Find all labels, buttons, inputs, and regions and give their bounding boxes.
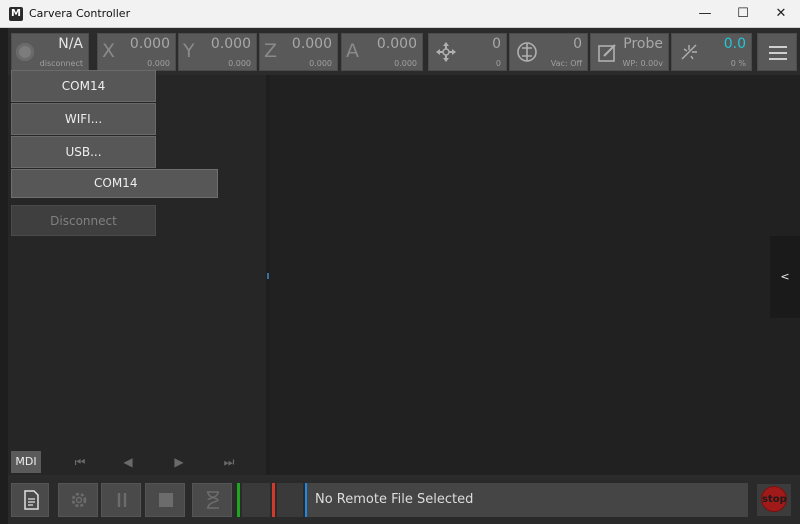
a-axis-sub-value: 0.000 bbox=[394, 59, 417, 68]
maximize-button[interactable]: ☐ bbox=[724, 0, 762, 28]
laser-percent: 0 % bbox=[730, 59, 746, 68]
y-axis-readout[interactable]: Y 0.000 0.000 bbox=[178, 33, 257, 71]
y-axis-sub-value: 0.000 bbox=[228, 59, 251, 68]
viewer-panel bbox=[270, 75, 800, 475]
submenu-item-com14[interactable]: COM14 bbox=[11, 169, 218, 198]
spindle-icon bbox=[517, 42, 537, 62]
close-button[interactable]: ✕ bbox=[762, 0, 800, 28]
green-status-bar bbox=[237, 483, 240, 517]
connection-substatus: disconnect bbox=[39, 59, 83, 68]
spindle-readout[interactable]: 0 Vac: Off bbox=[509, 33, 588, 71]
hourglass-icon bbox=[207, 491, 219, 509]
previous-button[interactable]: ◀ bbox=[118, 451, 138, 473]
z-axis-sub-value: 0.000 bbox=[309, 59, 332, 68]
menu-item-usb[interactable]: USB... bbox=[11, 136, 156, 168]
collapse-panel-button[interactable]: < bbox=[770, 236, 800, 318]
probe-label: Probe bbox=[623, 36, 663, 52]
x-axis-sub-value: 0.000 bbox=[147, 59, 170, 68]
probe-voltage: WP: 0.00v bbox=[622, 59, 663, 68]
hamburger-menu-icon bbox=[769, 46, 787, 60]
red-status-bar bbox=[272, 483, 275, 517]
feed-value: 0 bbox=[492, 36, 501, 52]
vacuum-status: Vac: Off bbox=[550, 59, 582, 68]
left-panel bbox=[8, 75, 266, 475]
feed-readout[interactable]: 0 0 bbox=[428, 33, 507, 71]
feed-sub-value: 0 bbox=[495, 59, 501, 68]
laser-power-value: 0.0 bbox=[723, 36, 746, 52]
a-axis-readout[interactable]: A 0.000 0.000 bbox=[341, 33, 423, 71]
connection-button[interactable]: N/A disconnect bbox=[11, 33, 89, 71]
spindle-value: 0 bbox=[573, 36, 582, 52]
x-axis-value: 0.000 bbox=[129, 36, 170, 52]
connection-status: N/A bbox=[58, 36, 83, 52]
laser-icon bbox=[681, 44, 697, 60]
pause-button[interactable] bbox=[101, 483, 141, 517]
a-axis-label: A bbox=[346, 40, 359, 62]
document-icon bbox=[24, 490, 39, 510]
x-axis-readout[interactable]: X 0.000 0.000 bbox=[97, 33, 176, 71]
first-page-button[interactable]: ⏮ bbox=[70, 451, 90, 473]
minimize-button[interactable]: — bbox=[686, 0, 724, 28]
a-axis-value: 0.000 bbox=[376, 36, 417, 52]
menu-item-disconnect[interactable]: Disconnect bbox=[11, 205, 156, 236]
file-button[interactable] bbox=[11, 483, 49, 517]
settings-button[interactable] bbox=[58, 483, 98, 517]
gear-icon bbox=[71, 492, 87, 508]
status-slot bbox=[277, 483, 303, 517]
hourglass-button[interactable] bbox=[192, 483, 232, 517]
next-button[interactable]: ▶ bbox=[169, 451, 189, 473]
mdi-button[interactable]: MDI bbox=[11, 451, 41, 473]
y-axis-label: Y bbox=[183, 40, 195, 62]
x-axis-label: X bbox=[102, 40, 116, 62]
z-axis-value: 0.000 bbox=[291, 36, 332, 52]
z-axis-readout[interactable]: Z 0.000 0.000 bbox=[259, 33, 338, 71]
emergency-stop-icon[interactable]: stop bbox=[761, 486, 787, 512]
connection-status-icon bbox=[16, 43, 34, 61]
stop-job-button[interactable] bbox=[145, 483, 185, 517]
y-axis-value: 0.000 bbox=[210, 36, 251, 52]
remote-file-status: No Remote File Selected bbox=[305, 483, 748, 517]
pause-icon bbox=[117, 493, 127, 507]
probe-readout[interactable]: Probe WP: 0.00v bbox=[590, 33, 669, 71]
stop-square-icon bbox=[159, 493, 173, 507]
status-slot bbox=[242, 483, 270, 517]
menu-item-com14[interactable]: COM14 bbox=[11, 70, 156, 102]
last-page-button[interactable]: ⏭ bbox=[219, 451, 239, 473]
menu-item-wifi[interactable]: WIFI... bbox=[11, 103, 156, 135]
z-axis-label: Z bbox=[264, 40, 278, 62]
probe-icon bbox=[598, 44, 616, 62]
main-menu-button[interactable] bbox=[757, 33, 797, 71]
move-arrows-icon bbox=[436, 42, 456, 62]
window-title: Carvera Controller bbox=[29, 7, 131, 20]
app-logo-icon: M bbox=[9, 7, 23, 21]
laser-readout[interactable]: 0.0 0 % bbox=[671, 33, 752, 71]
